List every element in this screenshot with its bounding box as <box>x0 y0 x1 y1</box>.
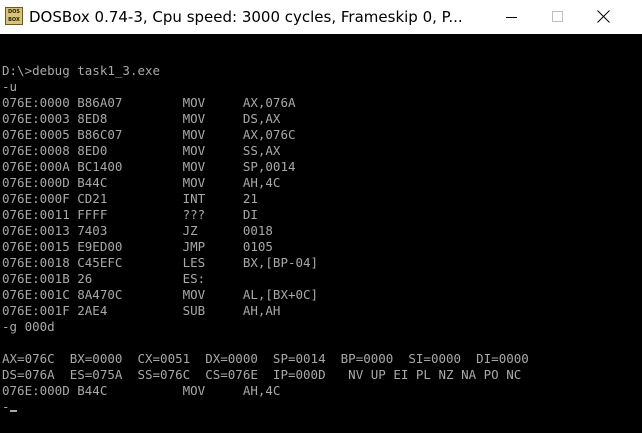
maximize-button[interactable] <box>534 0 580 34</box>
console-line: 076E:000D B44C MOV AH,4C <box>2 175 281 190</box>
console-line: AX=076C BX=0000 CX=0051 DX=0000 SP=0014 … <box>2 351 529 366</box>
console-line: -g 000d <box>2 319 55 334</box>
dos-console[interactable]: D:\>debug task1_3.exe -u 076E:0000 B86A07 … <box>2 47 640 427</box>
console-line: 076E:0011 FFFF ??? DI <box>2 207 258 222</box>
console-line: 076E:001B 26 ES: <box>2 271 206 286</box>
console-line: 076E:0008 8ED0 MOV SS,AX <box>2 143 281 158</box>
console-line: 076E:0013 7403 JZ 0018 <box>2 223 273 238</box>
console-line: 076E:000D B44C MOV AH,4C <box>2 383 281 398</box>
window-title: DOSBox 0.74-3, Cpu speed: 3000 cycles, F… <box>29 8 463 26</box>
console-line: 076E:0018 C45EFC LES BX,[BP-04] <box>2 255 319 270</box>
console-line: 076E:0015 E9ED00 JMP 0105 <box>2 239 273 254</box>
title-bar[interactable]: DOS BOX DOSBox 0.74-3, Cpu speed: 3000 c… <box>0 0 642 34</box>
dosbox-app-icon[interactable]: DOS BOX <box>5 7 23 25</box>
close-button[interactable] <box>580 0 626 34</box>
console-line: 076E:0000 B86A07 MOV AX,076A <box>2 95 296 110</box>
dosbox-window: DOS BOX DOSBox 0.74-3, Cpu speed: 3000 c… <box>0 0 642 433</box>
console-line: 076E:000A BC1400 MOV SP,0014 <box>2 159 296 174</box>
minimize-icon <box>506 17 517 18</box>
console-line: 076E:001F 2AE4 SUB AH,AH <box>2 303 281 318</box>
close-icon <box>597 9 611 23</box>
console-line: D:\>debug task1_3.exe <box>2 63 161 78</box>
console-prompt-line[interactable]: - <box>2 399 640 415</box>
minimize-button[interactable] <box>488 0 534 34</box>
console-line: 076E:001C 8A470C MOV AL,[BX+0C] <box>2 287 319 302</box>
debug-prompt: - <box>2 399 10 414</box>
console-line: 076E:0003 8ED8 MOV DS,AX <box>2 111 281 126</box>
console-line: DS=076A ES=075A SS=076C CS=076E IP=000D … <box>2 367 522 382</box>
text-cursor <box>9 410 17 412</box>
console-line: -u <box>2 79 18 94</box>
maximize-icon <box>552 11 563 22</box>
console-line: 076E:0005 B86C07 MOV AX,076C <box>2 127 296 142</box>
console-line: 076E:000F CD21 INT 21 <box>2 191 258 206</box>
app-icon-text-top: DOS <box>7 9 20 15</box>
app-icon-text-bottom: BOX <box>8 17 20 23</box>
